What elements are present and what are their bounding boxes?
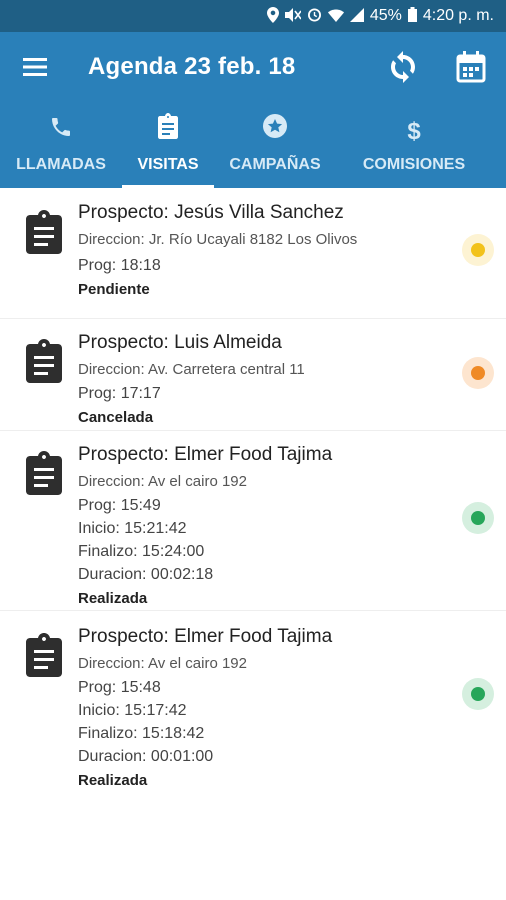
status-label: Realizada — [78, 772, 148, 789]
prog-time: Prog: 15:48 — [78, 679, 161, 696]
end-time: Finalizo: 15:18:42 — [78, 725, 205, 742]
tab-label: COMISIONES — [362, 156, 466, 173]
status-bar: 45% 4:20 p. m. — [0, 0, 506, 32]
star-badge-icon — [262, 113, 288, 144]
list-item[interactable]: Prospecto: Elmer Food Tajima Direccion: … — [0, 611, 506, 791]
sync-button[interactable] — [386, 50, 420, 84]
list-item[interactable]: Prospecto: Luis Almeida Direccion: Av. C… — [0, 319, 506, 431]
clock: 4:20 p. m. — [422, 7, 494, 24]
start-time: Inicio: 15:21:42 — [78, 520, 187, 537]
tab-visitas[interactable]: VISITAS — [122, 102, 214, 188]
location-icon — [266, 6, 279, 26]
page-title: Agenda 23 feb. 18 — [88, 53, 296, 80]
prospect-name: Prospecto: Elmer Food Tajima — [78, 626, 333, 647]
status-icons: 45% — [266, 6, 417, 26]
alarm-icon — [307, 7, 322, 25]
app-actions — [386, 50, 488, 84]
calendar-button[interactable] — [454, 50, 488, 84]
duration: Duracion: 00:01:00 — [78, 748, 214, 765]
prog-time: Prog: 18:18 — [78, 257, 161, 274]
app-bar: Agenda 23 feb. 18 — [0, 32, 506, 102]
status-label: Pendiente — [78, 281, 150, 298]
prospect-name: Prospecto: Jesús Villa Sanchez — [78, 202, 344, 223]
end-time: Finalizo: 15:24:00 — [78, 543, 205, 560]
mute-icon — [284, 7, 302, 25]
clipboard-icon — [24, 339, 64, 383]
prog-time: Prog: 17:17 — [78, 385, 161, 402]
status-indicator — [462, 678, 494, 710]
tab-label: VISITAS — [137, 156, 199, 173]
prospect-name: Prospecto: Elmer Food Tajima — [78, 444, 333, 465]
signal-icon — [349, 7, 364, 25]
phone-icon — [49, 115, 73, 144]
wifi-icon — [327, 8, 344, 25]
tab-comisiones[interactable]: $ COMISIONES — [336, 102, 492, 188]
address: Direccion: Av. Carretera central 11 — [78, 361, 305, 378]
status-label: Realizada — [78, 590, 148, 607]
status-indicator — [462, 502, 494, 534]
visit-list: Prospecto: Jesús Villa Sanchez Direccion… — [0, 188, 506, 900]
tab-label: CAMPAÑAS — [229, 156, 321, 173]
sync-icon — [391, 51, 415, 83]
dollar-icon: $ — [407, 118, 421, 145]
hamburger-icon — [23, 58, 47, 76]
address: Direccion: Jr. Río Ucayali 8182 Los Oliv… — [78, 231, 358, 248]
tab-label: LLAMADAS — [16, 156, 106, 173]
clipboard-icon — [24, 210, 64, 254]
address: Direccion: Av el cairo 192 — [78, 655, 247, 672]
menu-button[interactable] — [0, 32, 70, 102]
calendar-icon — [456, 51, 486, 83]
tab-llamadas[interactable]: LLAMADAS — [0, 102, 122, 188]
clipboard-icon — [24, 633, 64, 677]
duration: Duracion: 00:02:18 — [78, 566, 214, 583]
clipboard-icon — [24, 451, 64, 495]
battery-icon — [407, 7, 417, 25]
list-item[interactable]: Prospecto: Elmer Food Tajima Direccion: … — [0, 431, 506, 611]
prog-time: Prog: 15:49 — [78, 497, 161, 514]
tab-campanas[interactable]: CAMPAÑAS — [214, 102, 336, 188]
status-indicator — [462, 357, 494, 389]
status-indicator — [462, 234, 494, 266]
list-item[interactable]: Prospecto: Jesús Villa Sanchez Direccion… — [0, 188, 506, 319]
address: Direccion: Av el cairo 192 — [78, 473, 247, 490]
status-label: Cancelada — [78, 409, 154, 426]
battery-percent: 45% — [369, 7, 402, 24]
start-time: Inicio: 15:17:42 — [78, 702, 187, 719]
tab-bar: LLAMADAS VISITAS CAMPAÑAS $ COMISIONES — [0, 102, 506, 188]
prospect-name: Prospecto: Luis Almeida — [78, 332, 282, 353]
clipboard-icon — [156, 113, 180, 144]
